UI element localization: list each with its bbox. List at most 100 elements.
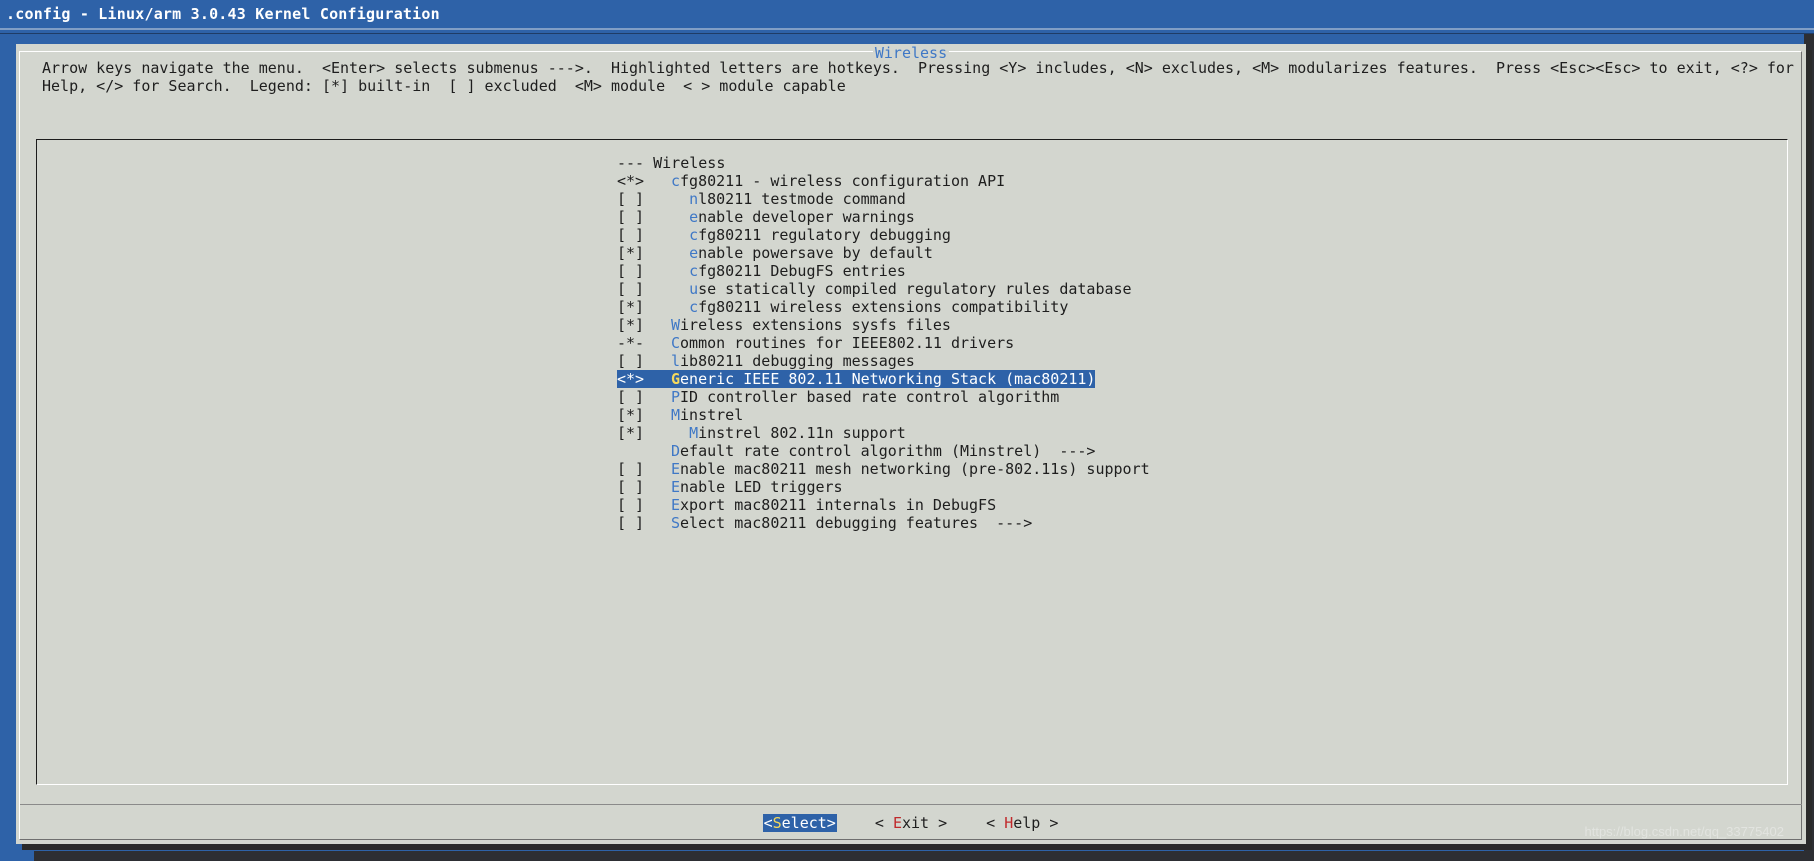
menu-item-row: Default rate control algorithm (Minstrel… (617, 442, 1095, 460)
menu-list: --- Wireless <*> cfg80211 - wireless confi… (617, 154, 1150, 532)
menu-item-row: [*] cfg80211 wireless extensions compati… (617, 298, 1068, 316)
menu-item-row: [ ] Export mac80211 internals in DebugFS (617, 496, 996, 514)
menu-item-hotkey: E (671, 478, 681, 496)
menuconfig-dialog: Wireless Arrow keys navigate the menu. <… (16, 44, 1806, 844)
menu-item-indent (671, 298, 689, 316)
menu-item-label: nable LED triggers (680, 478, 843, 496)
menu-item-label: instrel (680, 406, 744, 424)
title-underline (0, 28, 1814, 30)
select-button-hotkey: S (772, 814, 782, 832)
menu-item-indent (671, 208, 689, 226)
menu-item-row: <*> Generic IEEE 802.11 Networking Stack … (617, 370, 1096, 388)
menu-header: --- Wireless (617, 154, 1150, 172)
menu-item[interactable]: -*- Common routines for IEEE802.11 driver… (617, 334, 1150, 352)
menu-item-label: se statically compiled regulatory rules … (698, 280, 1132, 298)
menu-item-label: fg80211 regulatory debugging (698, 226, 951, 244)
help-button[interactable]: < Help > (985, 814, 1059, 832)
menu-item[interactable]: [ ] use statically compiled regulatory r… (617, 280, 1150, 298)
menu-item-hotkey: u (689, 280, 699, 298)
menu-item[interactable]: [ ] Enable mac80211 mesh networking (pre-… (617, 460, 1150, 478)
menu-item[interactable]: [ ] Export mac80211 internals in DebugFS (617, 496, 1150, 514)
menu-item-label: elect mac80211 debugging features ---> (680, 514, 1033, 532)
menu-item-state: [*] (617, 424, 645, 442)
menu-item-row: [ ] nl80211 testmode command (617, 190, 906, 208)
menu-item-state: [*] (617, 316, 645, 334)
menu-item-state: [*] (617, 298, 645, 316)
menu-item[interactable]: <*> cfg80211 - wireless configuration API (617, 172, 1150, 190)
menu-item[interactable]: Default rate control algorithm (Minstrel… (617, 442, 1150, 460)
terminal-bottom-edge (34, 851, 1814, 861)
menu-item[interactable]: [ ] Enable LED triggers (617, 478, 1150, 496)
menu-item-hotkey: W (671, 316, 681, 334)
menu-item-label: xport mac80211 internals in DebugFS (680, 496, 997, 514)
menu-item-label: ID controller based rate control algorit… (680, 388, 1060, 406)
menu-item-row: [*] Minstrel (617, 406, 743, 424)
menu-item-label: ib80211 debugging messages (680, 352, 915, 370)
watermark: https://blog.csdn.net/qq_33775402 (1584, 824, 1785, 839)
menu-item-label: fg80211 DebugFS entries (698, 262, 906, 280)
exit-button-hotkey: E (892, 814, 902, 832)
button-bar: <Select> < Exit > < Help > (16, 814, 1806, 836)
menu-item-state: [*] (617, 406, 645, 424)
menu-item-row: [ ] PID controller based rate control alg… (617, 388, 1059, 406)
menu-item-hotkey: E (671, 496, 681, 514)
menu-item[interactable]: [ ] lib80211 debugging messages (617, 352, 1150, 370)
menu-item-state: -*- (617, 334, 645, 352)
menu-item-label: eneric IEEE 802.11 Networking Stack (mac… (680, 370, 1096, 388)
exit-button-pre: < (874, 814, 893, 832)
menu-item[interactable]: [ ] cfg80211 DebugFS entries (617, 262, 1150, 280)
menu-item[interactable]: [ ] cfg80211 regulatory debugging (617, 226, 1150, 244)
menu-item-hotkey: c (689, 298, 699, 316)
menu-item-indent (671, 190, 689, 208)
menu-item[interactable]: [ ] enable developer warnings (617, 208, 1150, 226)
menu-item-state: [ ] (617, 208, 645, 226)
menu-item-state: [ ] (617, 460, 645, 478)
menu-item[interactable]: [ ] Select mac80211 debugging features --… (617, 514, 1150, 532)
menu-item-hotkey: c (689, 226, 699, 244)
button-separator (20, 804, 1802, 805)
help-line-2: Help, </> for Search. Legend: [*] built-… (42, 77, 846, 95)
help-button-pre: < (986, 814, 1005, 832)
select-button[interactable]: <Select> (762, 814, 837, 832)
menu-item-row: [ ] lib80211 debugging messages (617, 352, 915, 370)
menu-item[interactable]: [*] enable powersave by default (617, 244, 1150, 262)
menu-item-state: <*> (617, 370, 645, 388)
menu-item-label: ireless extensions sysfs files (680, 316, 951, 334)
menu-item-hotkey: n (689, 190, 699, 208)
menu-item[interactable]: [*] Minstrel (617, 406, 1150, 424)
menu-item-hotkey: P (671, 388, 681, 406)
menu-item-row: <*> cfg80211 - wireless configuration API (617, 172, 1005, 190)
menu-item-label: nable developer warnings (698, 208, 915, 226)
menu-item-row: [ ] Enable LED triggers (617, 478, 843, 496)
menu-item-hotkey: G (671, 370, 681, 388)
help-text: Arrow keys navigate the menu. <Enter> se… (42, 59, 1802, 95)
menu-item[interactable]: [*] Wireless extensions sysfs files (617, 316, 1150, 334)
menu-item-indent (671, 280, 689, 298)
menu-item-hotkey: c (671, 172, 681, 190)
menu-item[interactable]: [ ] PID controller based rate control alg… (617, 388, 1150, 406)
menu-item-indent (671, 262, 689, 280)
menu-item-label: efault rate control algorithm (Minstrel)… (680, 442, 1096, 460)
menu-item-state: [*] (617, 244, 645, 262)
menu-item-row: [ ] cfg80211 DebugFS entries (617, 262, 906, 280)
help-button-post: elp > (1013, 814, 1059, 832)
menu-item-state: [ ] (617, 352, 645, 370)
menu-item[interactable]: <*> Generic IEEE 802.11 Networking Stack … (617, 370, 1150, 388)
menu-item[interactable]: [*] Minstrel 802.11n support (617, 424, 1150, 442)
menu-item-label: Wireless (653, 154, 726, 172)
menu-item-hotkey: E (671, 460, 681, 478)
menu-item[interactable]: [ ] nl80211 testmode command (617, 190, 1150, 208)
exit-button-post: xit > (901, 814, 948, 832)
help-line-1: Arrow keys navigate the menu. <Enter> se… (42, 59, 1794, 77)
menu-item-row: [*] Minstrel 802.11n support (617, 424, 906, 442)
menu-item-label: fg80211 wireless extensions compatibilit… (698, 298, 1069, 316)
menu-header-gap (644, 154, 653, 172)
menu-item-row: [ ] Enable mac80211 mesh networking (pre-… (617, 460, 1150, 478)
exit-button[interactable]: < Exit > (874, 814, 948, 832)
menu-item-row: --- Wireless (617, 154, 725, 172)
menu-item-row: [*] enable powersave by default (617, 244, 933, 262)
menu-item-indent (671, 424, 689, 442)
menu-item[interactable]: [*] cfg80211 wireless extensions compati… (617, 298, 1150, 316)
menu-item-state: --- (617, 154, 645, 172)
menu-item-row: [ ] cfg80211 regulatory debugging (617, 226, 951, 244)
